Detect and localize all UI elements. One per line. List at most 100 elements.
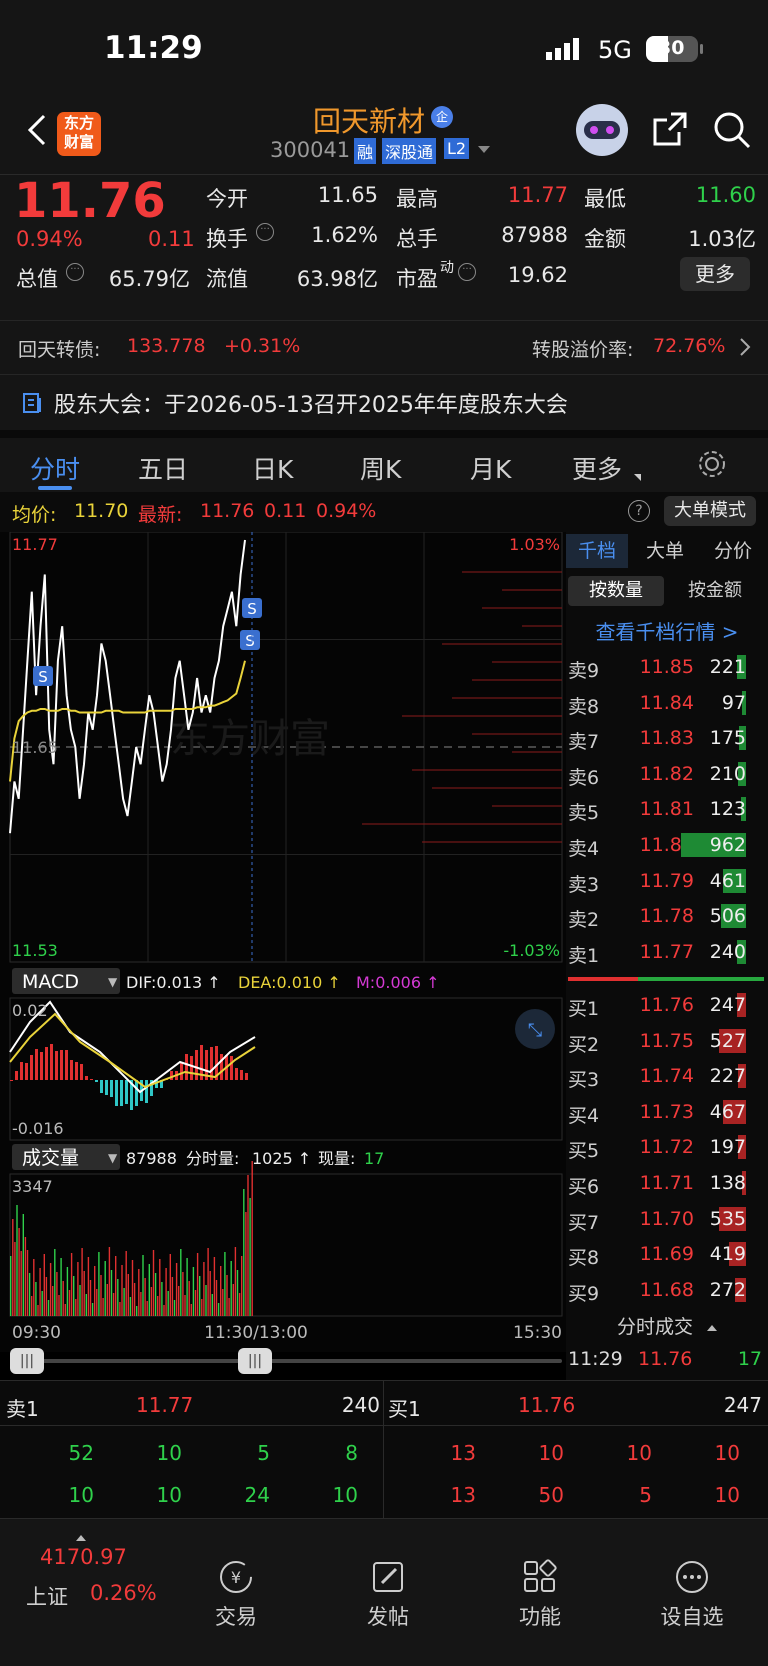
sell-level-row[interactable]: 卖2 11.78 506 — [568, 899, 768, 934]
tab-daily-k[interactable]: 日K — [252, 450, 293, 486]
macd-bar — [85, 1076, 88, 1080]
macd-bar — [115, 1080, 118, 1106]
tab-weekly-k[interactable]: 周K — [360, 450, 401, 486]
buy-level-price: 11.69 — [639, 1243, 694, 1266]
volume-bar — [171, 1277, 174, 1316]
ob-tab-big-orders[interactable]: 大单 — [632, 534, 698, 568]
sell-level-row[interactable]: 卖8 11.84 97 — [568, 686, 768, 721]
volume-bar — [184, 1295, 186, 1316]
settings-gear-icon[interactable] — [696, 448, 728, 484]
nav-watchlist[interactable]: 设自选 — [642, 1559, 742, 1631]
index-widget[interactable]: 4170.97 上证 0.26% — [20, 1529, 170, 1629]
buy-level-row[interactable]: 买7 11.70 535 — [568, 1202, 768, 1237]
back-icon[interactable] — [22, 110, 52, 150]
more-button[interactable]: 更多 — [680, 257, 750, 291]
sell-level-row[interactable]: 卖5 11.81 123 — [568, 792, 768, 827]
sell-level-label: 卖2 — [568, 909, 600, 932]
ob-tab-price-dist[interactable]: 分价 — [700, 534, 766, 568]
sell-level-row[interactable]: 卖9 11.85 221 — [568, 650, 768, 685]
dropdown-icon[interactable] — [478, 146, 490, 153]
chart-info-bar: 均价: 11.70 最新: 11.76 0.11 0.94% ? 大单模式 — [0, 492, 768, 532]
macd-bar — [125, 1080, 128, 1104]
buy-level-row[interactable]: 买3 11.74 227 — [568, 1059, 768, 1094]
volume-bar — [152, 1250, 155, 1316]
trades-header[interactable]: 分时成交 — [566, 1312, 768, 1339]
tab-monthly-k[interactable]: 月K — [470, 450, 511, 486]
volume-bar — [213, 1257, 216, 1316]
buy-level-label: 买6 — [568, 1176, 600, 1198]
buy-level-row[interactable]: 买2 11.75 527 — [568, 1024, 768, 1059]
tab-five-day[interactable]: 五日 — [138, 450, 188, 486]
macd-bar — [105, 1080, 108, 1095]
market-cap-label[interactable]: 总值 — [16, 263, 58, 293]
sell-level-label: 卖6 — [568, 766, 600, 789]
sell-level-row[interactable]: 卖4 11.80 962 — [568, 828, 768, 863]
expand-glyph: ⤡ — [528, 1020, 542, 1041]
chevron-right-icon — [738, 337, 752, 361]
sell-level-row[interactable]: 卖7 11.83 175 — [568, 721, 768, 756]
sell-level-row[interactable]: 卖6 11.82 210 — [568, 757, 768, 792]
stock-code: 300041 — [270, 138, 351, 162]
macd-bar — [60, 1050, 63, 1080]
macd-bar — [50, 1044, 53, 1080]
ob-subtab-amount[interactable]: 按金额 — [666, 576, 764, 606]
nav-functions[interactable]: 功能 — [490, 1559, 590, 1631]
macd-bar — [245, 1073, 248, 1080]
pe-label[interactable]: 市盈 — [396, 263, 438, 293]
search-icon[interactable] — [712, 110, 752, 150]
volume-bar — [228, 1298, 230, 1316]
volume-bar — [232, 1284, 234, 1316]
enterprise-badge-icon: 企 — [431, 106, 453, 128]
slider-handle-right[interactable]: ||| — [238, 1348, 272, 1374]
tab-intraday[interactable]: 分时 — [30, 450, 80, 486]
premium-value: 72.76% — [653, 335, 726, 357]
sell-level-price: 11.84 — [639, 691, 694, 714]
time-range-slider[interactable]: ||| ||| — [10, 1348, 562, 1374]
buy-level-row[interactable]: 买6 11.71 138 — [568, 1166, 768, 1201]
intraday-chart[interactable]: 东方财富SSS11.7711.5311.651.03%-1.03%MACD ▼ DI… — [0, 532, 566, 1352]
buy-level-price: 11.74 — [639, 1065, 694, 1088]
volume-current-label: 现量: — [318, 1149, 355, 1168]
macd-bar — [100, 1080, 103, 1093]
big-order-mode-button[interactable]: 大单模式 — [664, 496, 756, 526]
functions-grid-icon — [524, 1559, 557, 1592]
macd-bar — [220, 1054, 223, 1080]
notice-row[interactable]: 股东大会：于2026-05-13召开2025年年度股东大会 — [0, 374, 768, 431]
battery-icon: 30 — [646, 36, 703, 62]
cbond-change: +0.31% — [224, 335, 301, 357]
nav-trade[interactable]: ¥ 交易 — [186, 1559, 286, 1631]
volume-bar — [28, 1273, 31, 1316]
buy-level-row[interactable]: 买4 11.73 467 — [568, 1095, 768, 1130]
buy-level-row[interactable]: 买5 11.72 197 — [568, 1130, 768, 1165]
convertible-bond-row[interactable]: 回天转债: 133.778 +0.31% 转股溢价率: 72.76% — [0, 320, 768, 375]
volume-bar — [123, 1288, 125, 1316]
robot-assistant-icon[interactable] — [576, 104, 628, 156]
turnover-label[interactable]: 换手 — [206, 223, 248, 253]
view-full-depth-link[interactable]: 查看千档行情 > — [566, 616, 768, 645]
ob-subtab-quantity[interactable]: 按数量 — [568, 576, 664, 606]
volume-bar — [35, 1282, 37, 1316]
volume-bar — [241, 1256, 243, 1316]
macd-label: MACD — [22, 971, 79, 993]
help-icon[interactable]: ? — [628, 500, 650, 522]
volume-bar — [148, 1264, 150, 1316]
buy-level-row[interactable]: 买9 11.68 272 — [568, 1273, 768, 1308]
app-logo[interactable]: 东方 财富 — [57, 112, 101, 156]
ob-tab-levels[interactable]: 千档 — [566, 534, 628, 568]
nav-post[interactable]: 发帖 — [338, 1559, 438, 1631]
buy-level-row[interactable]: 买1 11.76 247 — [568, 988, 768, 1023]
volume-bar — [104, 1261, 106, 1316]
buy-level-row[interactable]: 买8 11.69 419 — [568, 1237, 768, 1272]
macd-bar — [35, 1049, 38, 1080]
volume-bar — [49, 1263, 52, 1316]
sell-level-row[interactable]: 卖1 11.77 240 — [568, 935, 768, 970]
volume-bar — [102, 1298, 104, 1316]
mcap-info-icon[interactable]: ··· — [66, 263, 84, 281]
buy-level-volume: 535 — [709, 1207, 746, 1230]
share-icon[interactable] — [651, 110, 689, 148]
turnover-info-icon[interactable]: ··· — [256, 223, 274, 241]
volume-bar — [106, 1284, 108, 1316]
tab-more[interactable]: 更多 — [572, 450, 622, 486]
sell-level-row[interactable]: 卖3 11.79 461 — [568, 864, 768, 899]
slider-handle-left[interactable]: ||| — [10, 1348, 44, 1374]
